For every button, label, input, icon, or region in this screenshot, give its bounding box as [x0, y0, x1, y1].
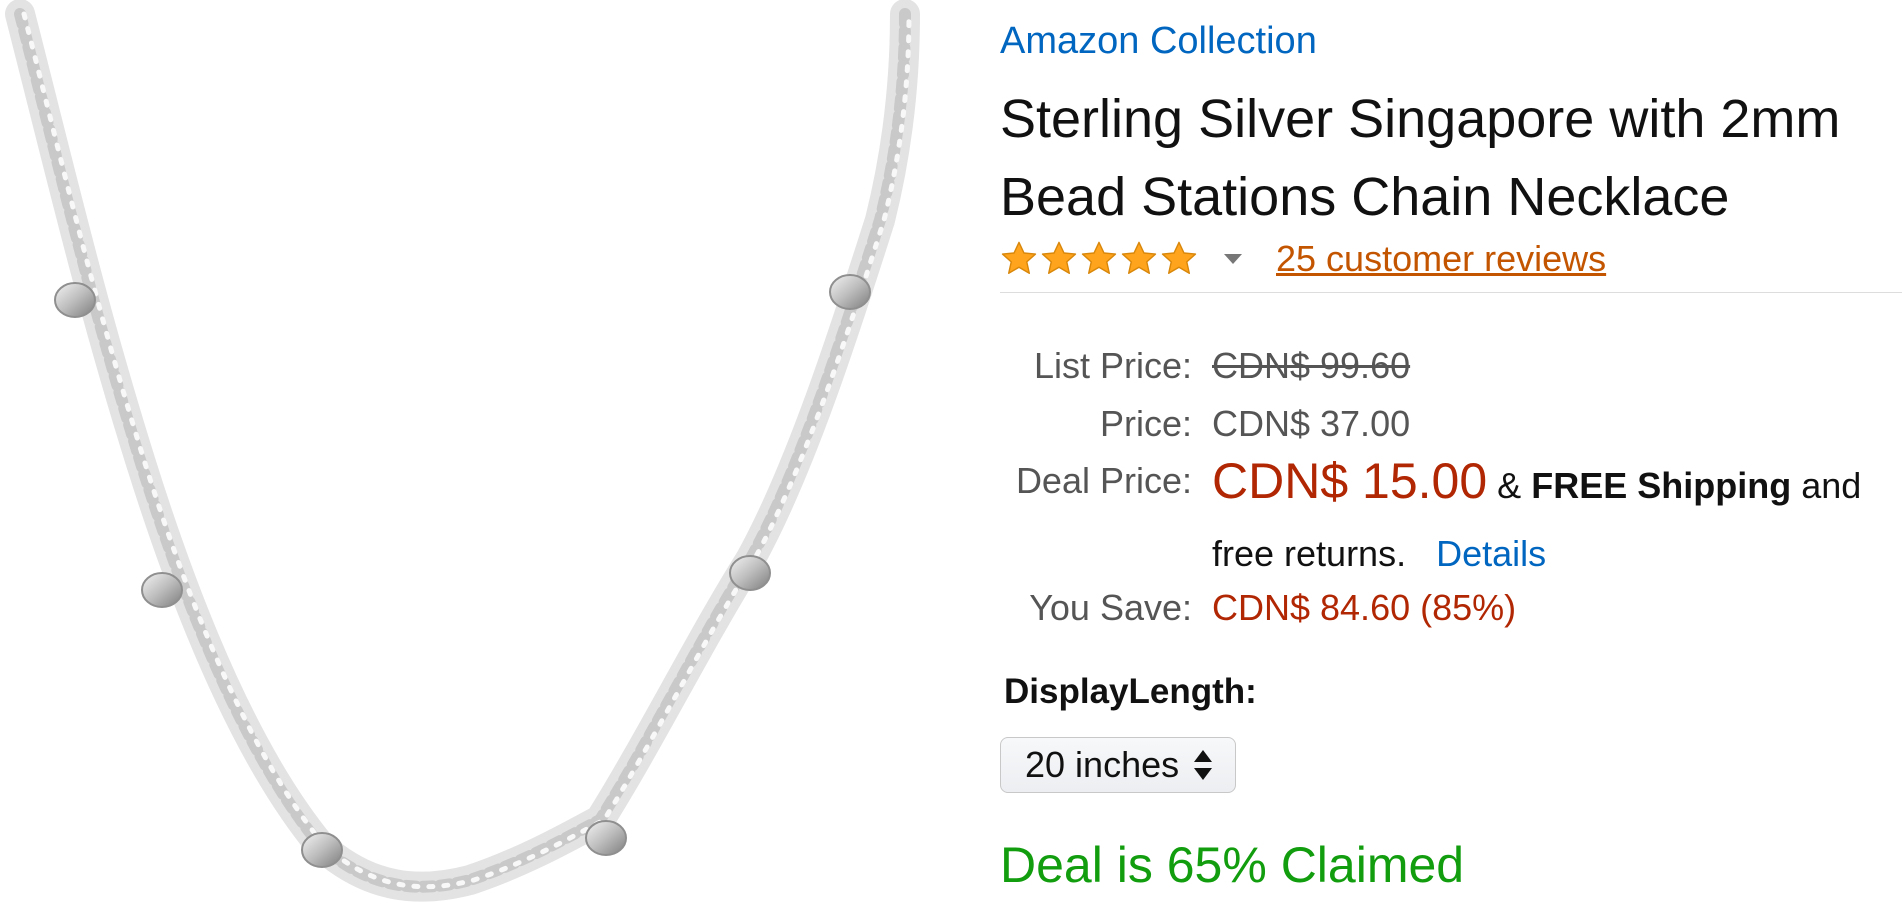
star-icon	[1161, 241, 1197, 274]
free-shipping-text: FREE Shipping	[1531, 465, 1792, 506]
product-title: Sterling Silver Singapore with 2mm Bead …	[1000, 80, 1900, 236]
list-price-value: CDN$ 99.60	[1212, 345, 1411, 386]
free-returns-text: free returns.	[1212, 533, 1407, 574]
deal-price-line: CDN$ 15.00 & FREE Shipping and	[1212, 452, 1861, 510]
display-length-selected: 20 inches	[1025, 744, 1180, 785]
shipping-and-text: and	[1801, 465, 1862, 506]
deal-price-value: CDN$ 15.00	[1212, 453, 1488, 509]
rating-row: 25 customer reviews	[1000, 232, 1606, 286]
star-icon	[1121, 241, 1157, 274]
price-label: Price:	[1099, 403, 1192, 444]
you-save-label: You Save:	[1029, 587, 1192, 628]
returns-line: free returns. Details	[1212, 533, 1546, 575]
product-title-line2: Bead Stations Chain Necklace	[1000, 167, 1730, 227]
star-icon	[1041, 241, 1077, 274]
star-rating[interactable]	[1000, 240, 1198, 278]
star-icon	[1081, 241, 1117, 274]
necklace-image	[5, 0, 920, 902]
list-price-label: List Price:	[1033, 345, 1192, 386]
deal-price-label: Deal Price:	[1015, 460, 1192, 501]
display-length-label: DisplayLength:	[1004, 672, 1257, 711]
brand-link[interactable]: Amazon Collection	[1000, 20, 1317, 63]
shipping-details-link[interactable]: Details	[1436, 533, 1546, 574]
select-updown-arrows-icon	[1193, 748, 1213, 782]
display-length-select[interactable]: 20 inches	[1000, 737, 1236, 793]
star-icon	[1001, 241, 1037, 274]
product-title-line1: Sterling Silver Singapore with 2mm	[1000, 89, 1841, 149]
product-image[interactable]	[0, 0, 970, 908]
rating-popover-caret-icon[interactable]	[1224, 254, 1242, 264]
product-info: Amazon Collection Sterling Silver Singap…	[1000, 0, 1902, 908]
customer-reviews-link[interactable]: 25 customer reviews	[1276, 238, 1606, 280]
shipping-ampersand: &	[1497, 465, 1522, 506]
divider	[1000, 292, 1902, 293]
product-page: Amazon Collection Sterling Silver Singap…	[0, 0, 1902, 908]
price-value: CDN$ 37.00	[1212, 403, 1411, 444]
deal-claimed-status: Deal is 65% Claimed	[1000, 837, 1465, 893]
you-save-value: CDN$ 84.60 (85%)	[1212, 587, 1517, 628]
